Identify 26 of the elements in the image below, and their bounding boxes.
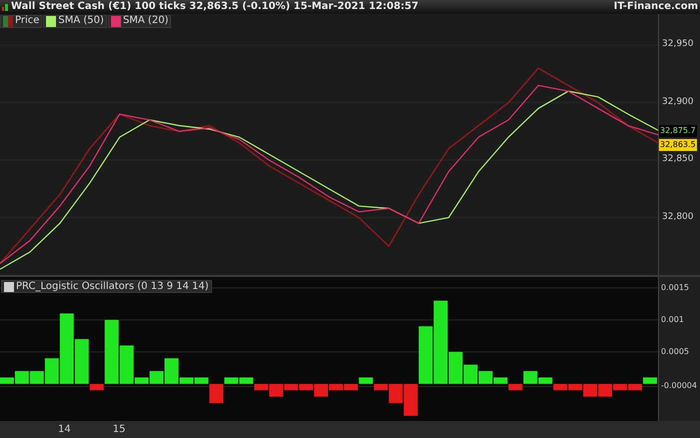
- axis-label: 0.0015: [661, 284, 689, 292]
- axis-label: 0.0005: [661, 348, 689, 356]
- legend-item[interactable]: PRC_Logistic Oscillators (0 13 9 14 14): [1, 280, 212, 293]
- legend-label: Price: [15, 15, 40, 26]
- axis-label: 15: [112, 424, 126, 434]
- axis-label: -0.00004: [661, 382, 697, 390]
- color-swatch: [110, 16, 121, 26]
- legend-item[interactable]: SMA (50): [43, 14, 107, 28]
- axis-label: 32,900: [662, 98, 694, 107]
- price-marker: 32,863.5: [659, 138, 697, 151]
- candles-icon: [3, 16, 13, 26]
- axis-label: 14: [58, 424, 71, 434]
- legend-label: SMA (20): [122, 15, 168, 26]
- brand-text: IT-Finance.com: [614, 2, 698, 12]
- axis-label: 32,800: [662, 212, 694, 222]
- legend-item[interactable]: Price: [0, 14, 42, 28]
- axis-label: 0.001: [661, 316, 684, 324]
- legend-item[interactable]: SMA (20): [108, 14, 172, 28]
- axis-label: 32,850: [662, 155, 694, 164]
- legend-label: SMA (50): [58, 15, 104, 26]
- color-swatch: [46, 16, 56, 26]
- window-title: Wall Street Cash (€1) 100 ticks 32,863.5 (-0.10%) 15-Mar-2021 12:08:57: [11, 2, 418, 12]
- axis-label: 32,950: [662, 40, 694, 50]
- square-icon: [4, 282, 14, 292]
- chart-icon: [2, 3, 8, 11]
- price-marker: 32,875.7: [659, 124, 697, 137]
